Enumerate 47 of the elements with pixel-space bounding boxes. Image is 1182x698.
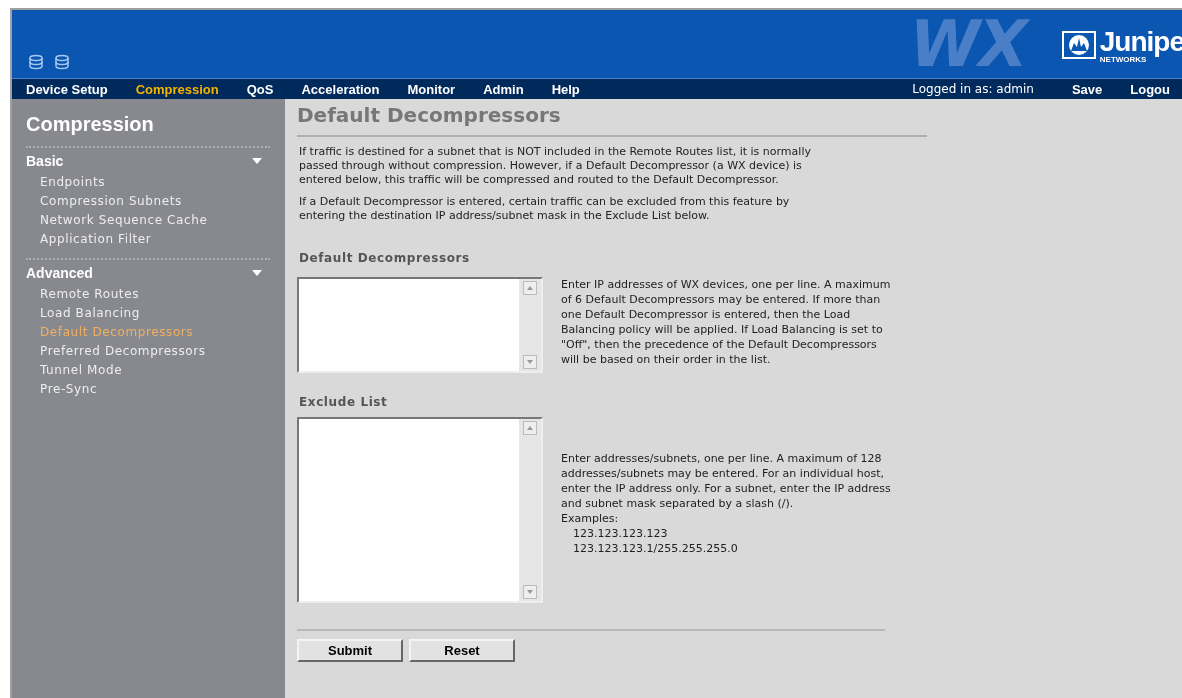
sidebar-item[interactable]: Endpoints — [40, 175, 106, 189]
scroll-up-icon[interactable] — [523, 281, 537, 295]
field-label: Default Decompressors — [299, 251, 471, 265]
caret-icon[interactable] — [252, 158, 262, 164]
text-area[interactable] — [297, 277, 543, 373]
sidebar-item[interactable]: Pre-Sync — [40, 382, 98, 396]
example-text: 123.123.123.1/255.255.255.0 — [572, 541, 739, 556]
nav-tab[interactable]: Device Setup — [26, 81, 108, 97]
nav-action-link[interactable]: Save — [1071, 81, 1103, 97]
help-text: Enter IP addresses of WX devices, one per line. A maximum of 6 Default Decompressors may be entered. If more than one Default Decompressor is entered, then the Load Balancing policy will be applied. If Load Balancing is set to "Off", then the precedence of the Default Decompressors will be based on their order in the list. — [561, 277, 891, 367]
brand-subtitle: NETWORKS — [1099, 55, 1147, 64]
description-text: If traffic is destined for a subnet that is NOT included in the Remote Routes list, it is normally passed through without compression. However, if a Default Decompressor (a WX device) is entered below, this traffic will be compressed and routed to the Default Decompressor. — [299, 145, 812, 187]
scroll-down-icon[interactable] — [523, 585, 537, 599]
reset-button[interactable]: Reset — [409, 639, 515, 662]
scroll-up-icon[interactable] — [523, 421, 537, 435]
database-icon[interactable] — [54, 54, 70, 70]
example-text: 123.123.123.123 — [572, 526, 669, 541]
sidebar-title: Compression — [26, 113, 155, 136]
section-header[interactable]: Advanced — [26, 265, 93, 281]
leaf-logo-icon — [1061, 31, 1096, 59]
examples-label: Examples: — [561, 511, 620, 526]
submit-button[interactable]: Submit — [297, 639, 403, 662]
nav-tab[interactable]: Help — [551, 81, 580, 97]
sidebar-item[interactable]: Compression Subnets — [40, 194, 182, 208]
section-header[interactable]: Basic — [26, 153, 64, 169]
nav-tab[interactable]: Compression — [135, 81, 219, 97]
sidebar-item[interactable]: Remote Routes — [40, 287, 139, 301]
nav-tab[interactable]: Admin — [483, 81, 524, 97]
field-label: Exclude List — [299, 395, 389, 409]
scroll-down-icon[interactable] — [523, 355, 537, 369]
help-text: Enter addresses/subnets, one per line. A maximum of 128 addresses/subnets may be entered. For an individual host, enter the IP address only. For a subnet, enter the IP address and subnet mask separated by a slash (/). — [561, 451, 891, 511]
sidebar-item[interactable]: Preferred Decompressors — [40, 344, 206, 358]
database-icon[interactable] — [28, 54, 44, 70]
caret-icon[interactable] — [252, 270, 262, 276]
sidebar-item[interactable]: Default Decompressors — [40, 325, 194, 339]
sidebar-item[interactable]: Network Sequence Cache — [40, 213, 208, 227]
page-title: Default Decompressors — [297, 103, 927, 137]
nav-tab[interactable]: Monitor — [407, 81, 456, 97]
sidebar-item[interactable]: Tunnel Mode — [40, 363, 123, 377]
sidebar-item[interactable]: Load Balancing — [40, 306, 141, 320]
nav-tab[interactable]: Acceleration — [301, 81, 380, 97]
nav-action-link[interactable]: Logou — [1130, 81, 1170, 97]
logged-in-user: Logged in as: admin — [912, 82, 1034, 96]
sidebar-item[interactable]: Application Filter — [40, 232, 152, 246]
nav-tab[interactable]: QoS — [246, 81, 274, 97]
text-area[interactable] — [297, 417, 543, 603]
description-text: If a Default Decompressor is entered, certain traffic can be excluded from this feature by entering the destination IP address/subnet mask in the Exclude List below. — [299, 195, 791, 223]
